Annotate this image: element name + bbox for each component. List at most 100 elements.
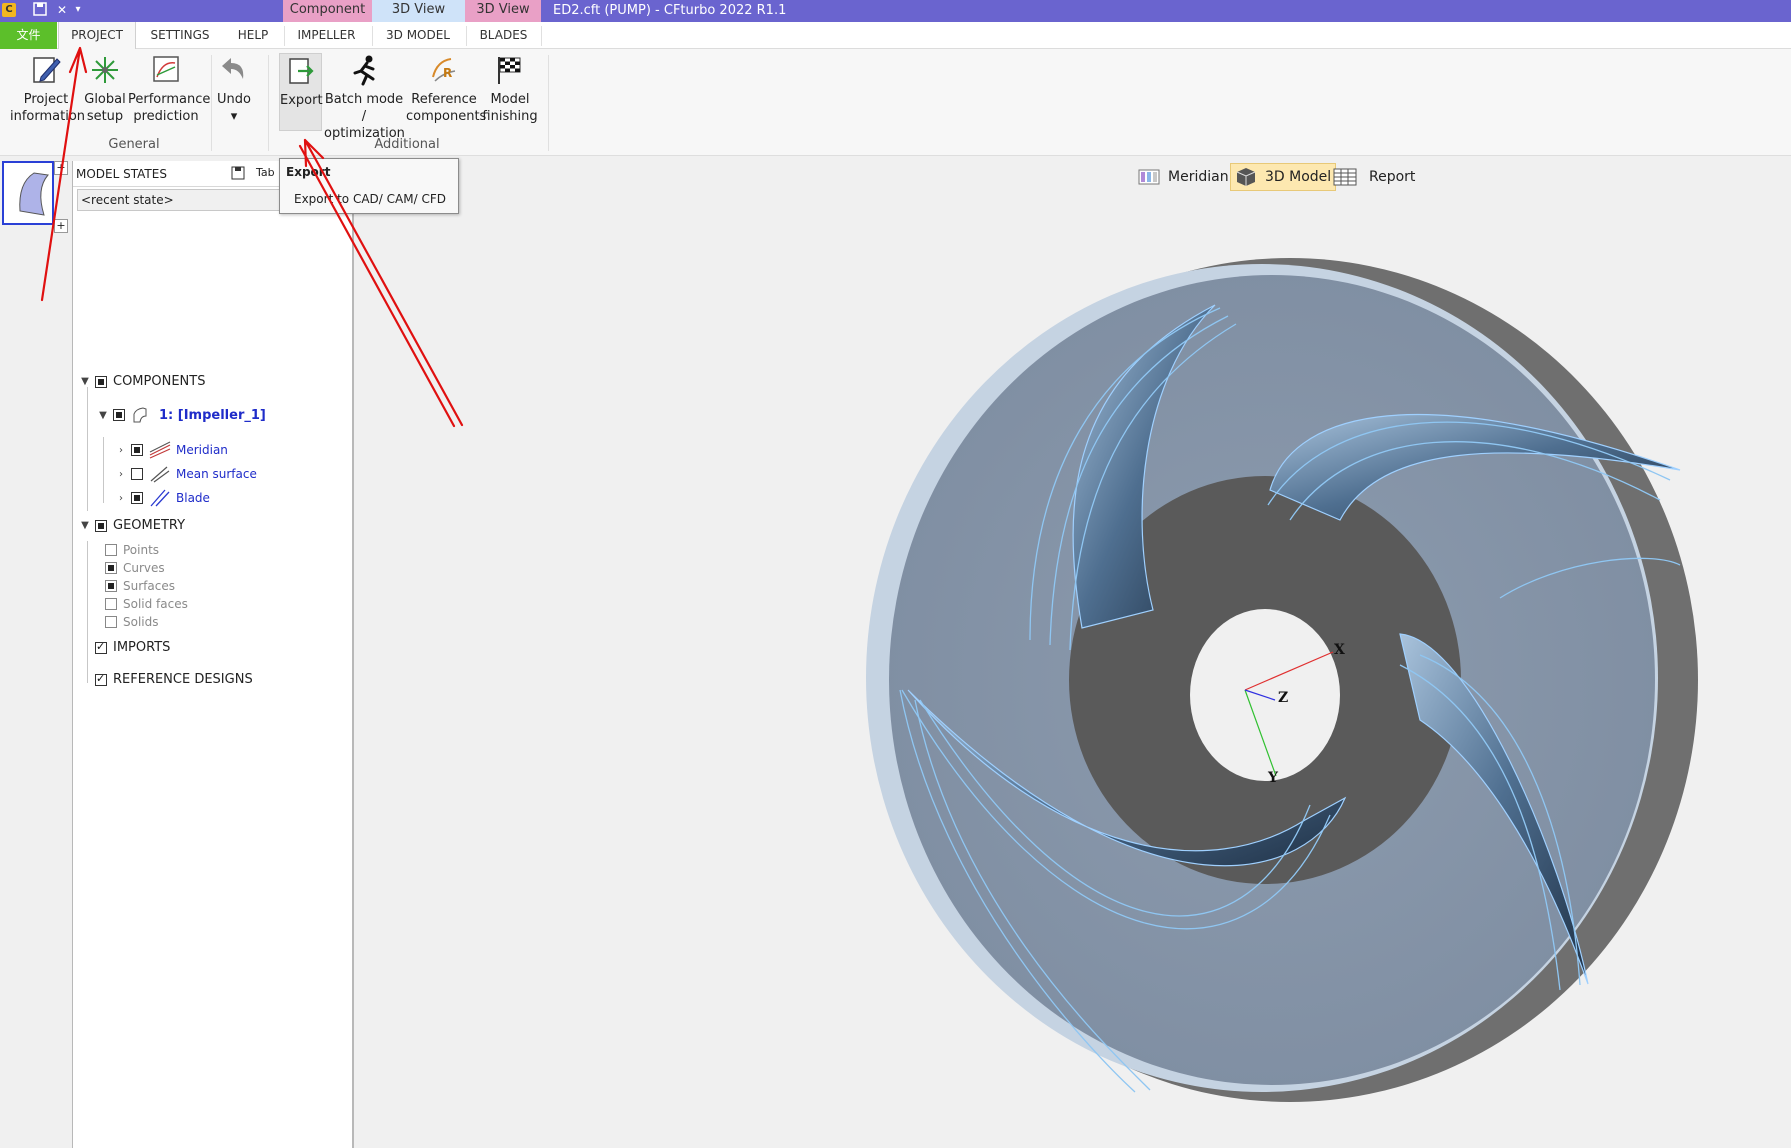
tab-file[interactable]: 文件 bbox=[0, 22, 57, 49]
report-view-label: Report bbox=[1369, 169, 1416, 185]
batch-mode-button[interactable]: Batch mode / optimization bbox=[324, 53, 405, 142]
solid-faces-label: Solid faces bbox=[123, 597, 188, 611]
points-checkbox[interactable] bbox=[105, 544, 117, 556]
solid-faces-checkbox[interactable] bbox=[105, 598, 117, 610]
impeller-label: 1: [Impeller_1] bbox=[159, 407, 266, 423]
surfaces-checkbox[interactable] bbox=[105, 580, 117, 592]
group-label-additional: Additional bbox=[374, 137, 440, 152]
runner-icon bbox=[353, 55, 375, 86]
tree-node-geometry[interactable]: ▼ GEOMETRY bbox=[79, 518, 185, 533]
geometry-label: GEOMETRY bbox=[113, 518, 186, 533]
chevron-right-icon[interactable]: › bbox=[115, 469, 127, 480]
tab-settings[interactable]: SETTINGS bbox=[140, 22, 220, 49]
tree-node-solid-faces[interactable]: Solid faces bbox=[101, 597, 188, 611]
tree-node-reference-designs[interactable]: REFERENCE DESIGNS bbox=[91, 672, 253, 687]
context-tab-3d-view-2: 3D View bbox=[465, 0, 541, 22]
reference-designs-label: REFERENCE DESIGNS bbox=[113, 672, 253, 687]
meridian-label: Meridian bbox=[176, 443, 228, 457]
tab-blades[interactable]: BLADES bbox=[467, 22, 540, 49]
global-setup-icon bbox=[92, 57, 118, 83]
undo-label: Undo bbox=[217, 92, 251, 107]
tree-panel: MODEL STATES Tab <recent state> ▼ COMPON… bbox=[72, 161, 354, 1148]
save-state-icon[interactable] bbox=[231, 166, 245, 183]
performance-prediction-line2: prediction bbox=[133, 109, 199, 124]
project-information-line2: information bbox=[10, 109, 86, 124]
tab-3d-model[interactable]: 3D MODEL bbox=[373, 22, 463, 49]
quick-access-dropdown-icon[interactable]: ▾ bbox=[70, 2, 86, 18]
surfaces-label: Surfaces bbox=[123, 579, 175, 593]
chevron-right-icon[interactable]: › bbox=[115, 445, 127, 456]
tree-node-meridian[interactable]: › Meridian bbox=[115, 441, 228, 459]
context-tab-component: Component bbox=[283, 0, 372, 22]
impeller-thumbnail-icon bbox=[19, 172, 49, 216]
global-setup-button[interactable]: Global setup bbox=[84, 53, 126, 125]
tree-node-solids[interactable]: Solids bbox=[101, 615, 159, 629]
meridian-checkbox[interactable] bbox=[131, 444, 143, 456]
tree-line bbox=[87, 541, 88, 683]
component-thumbnail[interactable] bbox=[2, 161, 54, 225]
close-icon[interactable]: ✕ bbox=[54, 2, 70, 18]
meridian-icon bbox=[149, 441, 171, 459]
tab-impeller[interactable]: IMPELLER bbox=[285, 22, 368, 49]
tree-node-curves[interactable]: Curves bbox=[101, 561, 165, 575]
meridian-view-label: Meridian bbox=[1168, 169, 1229, 185]
title-bar: C ✕ ▾ Component 3D View 3D View ED2.cft … bbox=[0, 0, 1791, 22]
chevron-down-icon[interactable]: ▼ bbox=[79, 376, 91, 387]
view-meridian-button[interactable]: Meridian bbox=[1138, 163, 1229, 191]
export-button[interactable]: Export bbox=[279, 53, 323, 131]
group-label-general: General bbox=[108, 137, 160, 152]
tab-button[interactable]: Tab bbox=[256, 166, 275, 179]
tree-node-mean-surface[interactable]: › Mean surface bbox=[115, 465, 257, 483]
3d-viewport[interactable]: X Y Z bbox=[356, 196, 1791, 1148]
reference-designs-checkbox[interactable] bbox=[95, 672, 107, 686]
project-information-button[interactable]: Project information bbox=[10, 53, 86, 125]
context-tab-3d-view: 3D View bbox=[372, 0, 465, 22]
ribbon: Project information Global setup Perform… bbox=[0, 49, 1791, 156]
tree-node-surfaces[interactable]: Surfaces bbox=[101, 579, 175, 593]
save-icon[interactable] bbox=[32, 2, 48, 18]
reference-components-line2: components bbox=[406, 109, 487, 124]
axis-z-label: Z bbox=[1278, 690, 1288, 706]
performance-prediction-line1: Performance bbox=[128, 92, 211, 107]
tab-project[interactable]: PROJECT bbox=[58, 22, 136, 49]
components-label: COMPONENTS bbox=[113, 374, 206, 389]
tree-node-points[interactable]: Points bbox=[101, 543, 159, 557]
undo-dropdown[interactable]: ▾ bbox=[231, 109, 238, 124]
model-states-label: MODEL STATES bbox=[76, 167, 167, 181]
imports-label: IMPORTS bbox=[113, 640, 171, 655]
geometry-checkbox[interactable] bbox=[95, 519, 107, 532]
performance-prediction-button[interactable]: Performance prediction bbox=[128, 53, 210, 125]
undo-button[interactable]: Undo ▾ bbox=[214, 53, 254, 125]
mean-surface-checkbox[interactable] bbox=[131, 468, 143, 480]
cube-icon bbox=[1236, 168, 1256, 186]
thumbnail-expand-bottom-button[interactable]: + bbox=[54, 219, 68, 233]
tab-help[interactable]: HELP bbox=[226, 22, 280, 49]
app-logo-icon[interactable]: C bbox=[2, 3, 16, 17]
components-checkbox[interactable] bbox=[95, 375, 107, 388]
tree-node-components[interactable]: ▼ COMPONENTS bbox=[79, 374, 205, 389]
model-finishing-button[interactable]: Model finishing bbox=[482, 53, 538, 125]
points-label: Points bbox=[123, 543, 160, 557]
axis-x-label: X bbox=[1334, 642, 1345, 658]
tree-node-blade[interactable]: › Blade bbox=[115, 489, 210, 507]
tab-separator bbox=[541, 26, 542, 46]
view-report-button[interactable]: Report bbox=[1333, 163, 1415, 191]
tree-node-imports[interactable]: IMPORTS bbox=[91, 640, 170, 655]
chevron-down-icon[interactable]: ▼ bbox=[97, 410, 109, 421]
impeller-checkbox[interactable] bbox=[113, 409, 125, 421]
chevron-right-icon[interactable]: › bbox=[115, 493, 127, 504]
blade-label: Blade bbox=[176, 491, 210, 505]
solids-checkbox[interactable] bbox=[105, 616, 117, 628]
reference-components-line1: Reference bbox=[411, 92, 477, 107]
undo-icon bbox=[222, 58, 244, 79]
tree-line bbox=[103, 437, 104, 503]
imports-checkbox[interactable] bbox=[95, 640, 107, 654]
blade-checkbox[interactable] bbox=[131, 492, 143, 504]
chevron-down-icon[interactable]: ▼ bbox=[79, 520, 91, 531]
thumbnail-expand-top-button[interactable]: + bbox=[54, 161, 68, 175]
group-separator bbox=[548, 55, 549, 151]
view-3d-model-button[interactable]: 3D Model bbox=[1230, 163, 1337, 191]
reference-components-button[interactable]: R Reference components bbox=[406, 53, 486, 125]
curves-checkbox[interactable] bbox=[105, 562, 117, 574]
tree-node-impeller[interactable]: ▼ 1: [Impeller_1] bbox=[97, 406, 266, 424]
